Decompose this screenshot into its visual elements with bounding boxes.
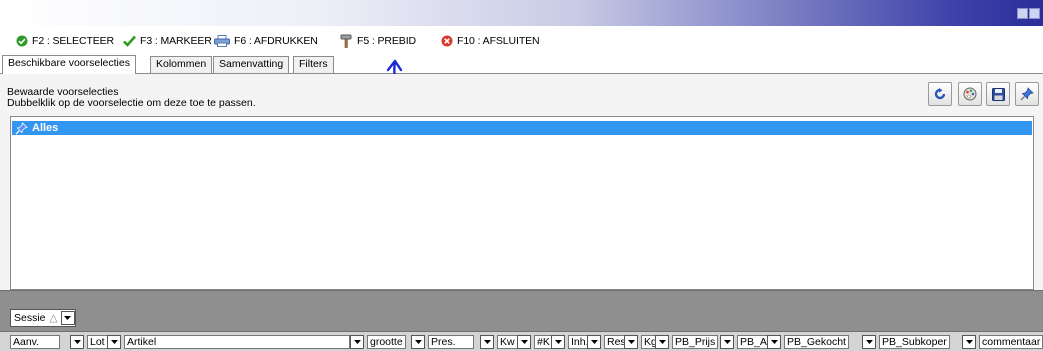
dropdown-arrow-icon[interactable] <box>655 335 669 349</box>
column-header-lot[interactable]: Lot <box>70 335 108 349</box>
list-item[interactable]: Alles <box>12 121 1032 135</box>
group-field-label: Sessie <box>14 312 46 324</box>
column-label: Kw <box>497 335 518 349</box>
column-header-grootte[interactable]: grootte <box>350 335 406 349</box>
dropdown-arrow-icon[interactable] <box>480 335 494 349</box>
tab-beschikbare-voorselecties[interactable]: Beschikbare voorselecties <box>2 55 136 74</box>
list-item-label: Alles <box>32 122 59 134</box>
tab-label: Kolommen <box>156 58 207 70</box>
afsluiten-button[interactable]: F10 : AFSLUITEN <box>441 33 540 49</box>
palette-icon <box>963 87 977 101</box>
palette-button[interactable] <box>958 82 982 106</box>
column-label: Aanv. <box>10 335 60 349</box>
close-window-button[interactable] <box>1029 8 1040 19</box>
column-header-kw[interactable]: Kw <box>480 335 518 349</box>
tab-label: Samenvatting <box>219 58 284 70</box>
afsluiten-label: F10 : AFSLUITEN <box>457 35 540 47</box>
column-header-pb-prijs[interactable]: PB_Prijs <box>655 335 719 349</box>
column-header-pb-a[interactable]: PB_A <box>720 335 770 349</box>
pin-button[interactable] <box>1015 82 1039 106</box>
dropdown-arrow-icon[interactable] <box>517 335 531 349</box>
toolbar: F2 : SELECTEER F3 : MARKEER F6 : AFDRUKK… <box>0 26 1043 54</box>
column-header-commentaar[interactable]: commentaar <box>962 335 1043 349</box>
dropdown-arrow-icon[interactable] <box>411 335 425 349</box>
column-label: PB_A <box>737 335 770 349</box>
refresh-button[interactable] <box>928 82 952 106</box>
column-label: PB_Subkoper <box>879 335 950 349</box>
column-label: PB_Gekocht <box>784 335 849 349</box>
column-header-pres[interactable]: Pres. <box>411 335 474 349</box>
dropdown-arrow-icon[interactable] <box>107 335 121 349</box>
column-header-pb-subkoper[interactable]: PB_Subkoper <box>862 335 950 349</box>
tab-kolommen[interactable]: Kolommen <box>150 56 213 73</box>
hammer-icon <box>340 34 352 48</box>
dropdown-arrow-icon[interactable] <box>862 335 876 349</box>
checkmark-icon <box>123 35 136 47</box>
column-header-artikel[interactable]: Artikel <box>107 335 350 349</box>
window-title-strip <box>0 0 1043 26</box>
column-header-pb-gekocht[interactable]: PB_Gekocht <box>767 335 849 349</box>
tab-label: Filters <box>299 58 328 70</box>
column-label: PB_Prijs <box>672 335 719 349</box>
voorselecties-panel: Bewaarde voorselecties Dubbelklik op de … <box>0 74 1043 290</box>
column-label: grootte <box>367 335 406 349</box>
save-button[interactable] <box>986 82 1010 106</box>
markeer-label: F3 : MARKEER <box>140 35 212 47</box>
column-label: Artikel <box>124 335 350 349</box>
dropdown-arrow-icon[interactable] <box>767 335 781 349</box>
voorselecties-list[interactable]: Alles <box>10 116 1034 290</box>
column-header-inh[interactable]: Inh. <box>551 335 592 349</box>
dropdown-arrow-icon[interactable] <box>624 335 638 349</box>
printer-icon <box>214 35 230 47</box>
panel-hint: Dubbelklik op de voorselectie om deze to… <box>7 97 256 109</box>
selecteer-button[interactable]: F2 : SELECTEER <box>16 33 114 49</box>
column-header-aanv[interactable]: Aanv. <box>10 335 60 349</box>
dropdown-arrow-icon[interactable] <box>962 335 976 349</box>
close-circle-icon <box>441 35 453 47</box>
column-header-bar: Aanv. Lot Artikel grootte Pres. Kw #K In… <box>0 331 1043 351</box>
tab-filters[interactable]: Filters <box>293 56 334 73</box>
prebid-label: F5 : PREBID <box>357 35 416 47</box>
pushpin-icon <box>1020 87 1034 101</box>
column-label: commentaar <box>979 335 1043 349</box>
prebid-button[interactable]: F5 : PREBID <box>339 33 416 49</box>
pushpin-icon <box>15 121 28 135</box>
minimize-button[interactable] <box>1017 8 1028 19</box>
markeer-button[interactable]: F3 : MARKEER <box>123 33 212 49</box>
group-by-bar: Sessie △ <box>0 290 1043 331</box>
dropdown-arrow-icon[interactable] <box>70 335 84 349</box>
column-header-k[interactable]: #K <box>517 335 553 349</box>
sort-ascending-icon: △ <box>49 312 58 324</box>
floppy-disk-icon <box>991 87 1005 101</box>
tab-samenvatting[interactable]: Samenvatting <box>213 56 290 73</box>
dropdown-arrow-icon[interactable] <box>720 335 734 349</box>
panel-description: Bewaarde voorselecties Dubbelklik op de … <box>7 87 256 109</box>
dropdown-arrow-icon[interactable] <box>551 335 565 349</box>
column-label: Pres. <box>428 335 474 349</box>
refresh-icon <box>934 88 946 100</box>
dropdown-arrow-icon[interactable] <box>350 335 364 349</box>
column-label: Lot <box>87 335 108 349</box>
check-circle-icon <box>16 35 28 47</box>
afdrukken-button[interactable]: F6 : AFDRUKKEN <box>214 33 318 49</box>
dropdown-arrow-icon[interactable] <box>587 335 601 349</box>
group-field-sessie[interactable]: Sessie △ <box>10 309 76 327</box>
tab-strip: Beschikbare voorselecties Kolommen Samen… <box>0 55 1043 74</box>
afdrukken-label: F6 : AFDRUKKEN <box>234 35 318 47</box>
selecteer-label: F2 : SELECTEER <box>32 35 115 47</box>
dropdown-arrow-icon[interactable] <box>60 311 75 325</box>
tab-label: Beschikbare voorselecties <box>8 57 130 69</box>
